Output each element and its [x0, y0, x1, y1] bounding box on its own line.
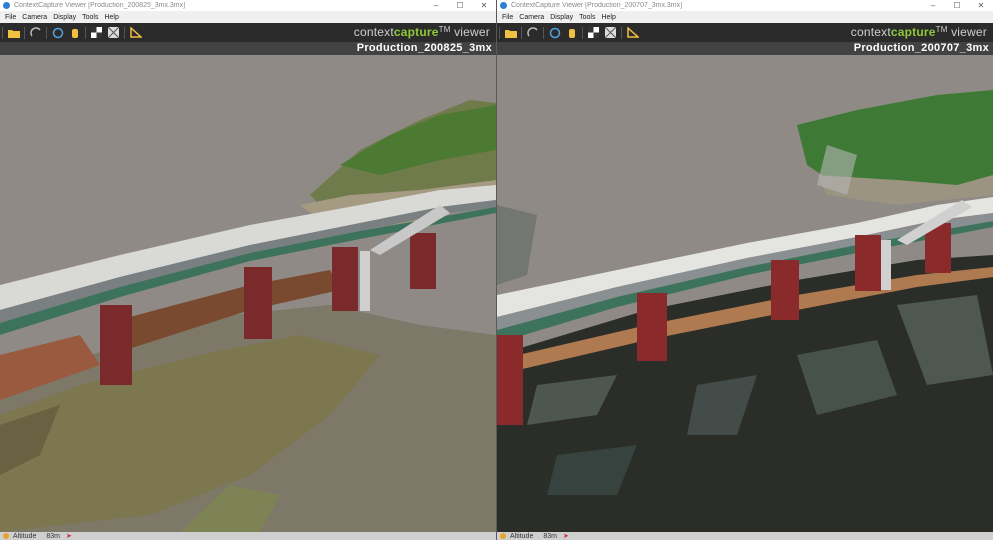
menu-bar: File Camera Display Tools Help — [497, 11, 993, 23]
brand-logo: contextcaptureTM viewer — [354, 25, 490, 39]
window-controls: – ☐ ✕ — [921, 0, 993, 11]
menu-camera[interactable]: Camera — [516, 14, 547, 21]
3d-viewport[interactable] — [0, 55, 496, 532]
toolbar-separator — [621, 26, 622, 39]
ruler-triangle-icon[interactable] — [129, 26, 142, 39]
brand-highlight: capture — [890, 25, 936, 39]
checker-icon[interactable] — [587, 26, 600, 39]
maximize-icon[interactable]: ☐ — [945, 0, 969, 11]
toolbar-separator — [85, 26, 86, 39]
brand-prefix: context — [353, 25, 394, 39]
app-icon — [3, 2, 10, 9]
brand-mark: TM — [935, 25, 948, 34]
menu-bar: File Camera Display Tools Help — [0, 11, 496, 23]
toolbar-separator — [24, 26, 25, 39]
brand-prefix: context — [850, 25, 891, 39]
status-bar: Altitude 83m ➤ — [497, 532, 993, 540]
dual-viewer-screen: ContextCapture Viewer [Production_200825… — [0, 0, 993, 540]
toolbar: contextcaptureTM viewer — [0, 23, 496, 42]
toolbar-separator — [521, 26, 522, 39]
status-bar: Altitude 83m ➤ — [0, 532, 496, 540]
project-name: Production_200707_3mx — [853, 42, 989, 54]
pan-mode-icon[interactable] — [51, 26, 64, 39]
toolbar-separator — [124, 26, 125, 39]
menu-tools[interactable]: Tools — [576, 14, 598, 21]
minimize-icon[interactable]: – — [424, 0, 448, 11]
brand-highlight: capture — [393, 25, 439, 39]
toolbar-separator — [543, 26, 544, 39]
flag-icon: ➤ — [65, 533, 72, 540]
altitude-label: Altitude — [510, 532, 534, 540]
flag-icon: ➤ — [562, 533, 569, 540]
hand-icon[interactable] — [565, 26, 578, 39]
menu-display[interactable]: Display — [547, 14, 576, 21]
status-indicator-icon — [500, 533, 506, 539]
open-folder-icon[interactable] — [7, 26, 20, 39]
pan-mode-icon[interactable] — [548, 26, 561, 39]
minimize-icon[interactable]: – — [921, 0, 945, 11]
brand-suffix: viewer — [947, 25, 987, 39]
orbit-icon[interactable] — [526, 26, 539, 39]
window-title: ContextCapture Viewer [Production_200825… — [14, 2, 186, 9]
toolbar-separator — [2, 26, 3, 39]
project-bar: Production_200825_3mx — [0, 42, 496, 55]
altitude-label: Altitude — [13, 532, 37, 540]
close-icon[interactable]: ✕ — [472, 0, 496, 11]
checker-icon[interactable] — [90, 26, 103, 39]
project-bar: Production_200707_3mx — [497, 42, 993, 55]
title-bar[interactable]: ContextCapture Viewer [Production_200825… — [0, 0, 496, 11]
app-icon — [500, 2, 507, 9]
window-title: ContextCapture Viewer [Production_200707… — [511, 2, 683, 9]
status-indicator-icon — [3, 533, 9, 539]
hand-icon[interactable] — [68, 26, 81, 39]
open-folder-icon[interactable] — [504, 26, 517, 39]
orbit-icon[interactable] — [29, 26, 42, 39]
menu-tools[interactable]: Tools — [79, 14, 101, 21]
toolbar: contextcaptureTM viewer — [497, 23, 993, 42]
3d-viewport[interactable] — [497, 55, 993, 532]
viewer-window-left: ContextCapture Viewer [Production_200825… — [0, 0, 496, 540]
title-bar[interactable]: ContextCapture Viewer [Production_200707… — [497, 0, 993, 11]
menu-help[interactable]: Help — [598, 14, 618, 21]
brand-logo: contextcaptureTM viewer — [851, 25, 987, 39]
toolbar-separator — [582, 26, 583, 39]
wireframe-icon[interactable] — [604, 26, 617, 39]
toolbar-separator — [46, 26, 47, 39]
project-name: Production_200825_3mx — [356, 42, 492, 54]
altitude-value: 83m — [46, 532, 60, 540]
menu-file[interactable]: File — [2, 14, 19, 21]
ruler-triangle-icon[interactable] — [626, 26, 639, 39]
window-controls: – ☐ ✕ — [424, 0, 496, 11]
maximize-icon[interactable]: ☐ — [448, 0, 472, 11]
brand-mark: TM — [438, 25, 451, 34]
altitude-value: 83m — [543, 532, 557, 540]
close-icon[interactable]: ✕ — [969, 0, 993, 11]
menu-help[interactable]: Help — [101, 14, 121, 21]
menu-file[interactable]: File — [499, 14, 516, 21]
viewer-window-right: ContextCapture Viewer [Production_200707… — [496, 0, 993, 540]
menu-display[interactable]: Display — [50, 14, 79, 21]
wireframe-icon[interactable] — [107, 26, 120, 39]
menu-camera[interactable]: Camera — [19, 14, 50, 21]
brand-suffix: viewer — [450, 25, 490, 39]
toolbar-separator — [499, 26, 500, 39]
